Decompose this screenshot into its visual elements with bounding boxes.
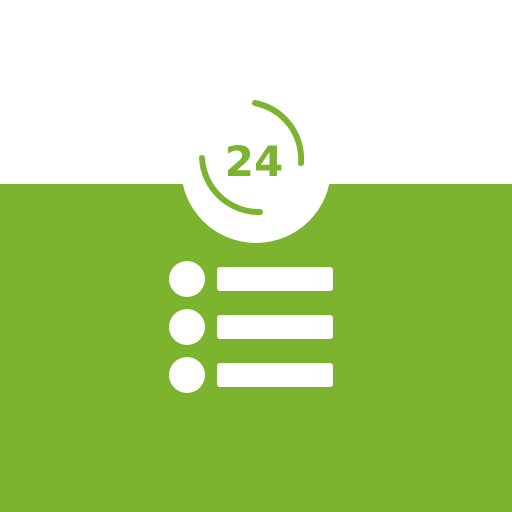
app-icon: 24 bbox=[0, 0, 512, 512]
bullet-dot bbox=[169, 261, 205, 297]
bullet-dot bbox=[169, 309, 205, 345]
badge-number: 24 bbox=[225, 137, 283, 186]
list-line bbox=[217, 267, 333, 291]
list-row bbox=[169, 309, 334, 345]
list-line bbox=[217, 315, 333, 339]
24-hour-clock-icon: 24 bbox=[199, 100, 305, 216]
list-row bbox=[169, 261, 334, 297]
list-row bbox=[169, 357, 334, 393]
list-line bbox=[217, 363, 333, 387]
bullet-dot bbox=[169, 357, 205, 393]
